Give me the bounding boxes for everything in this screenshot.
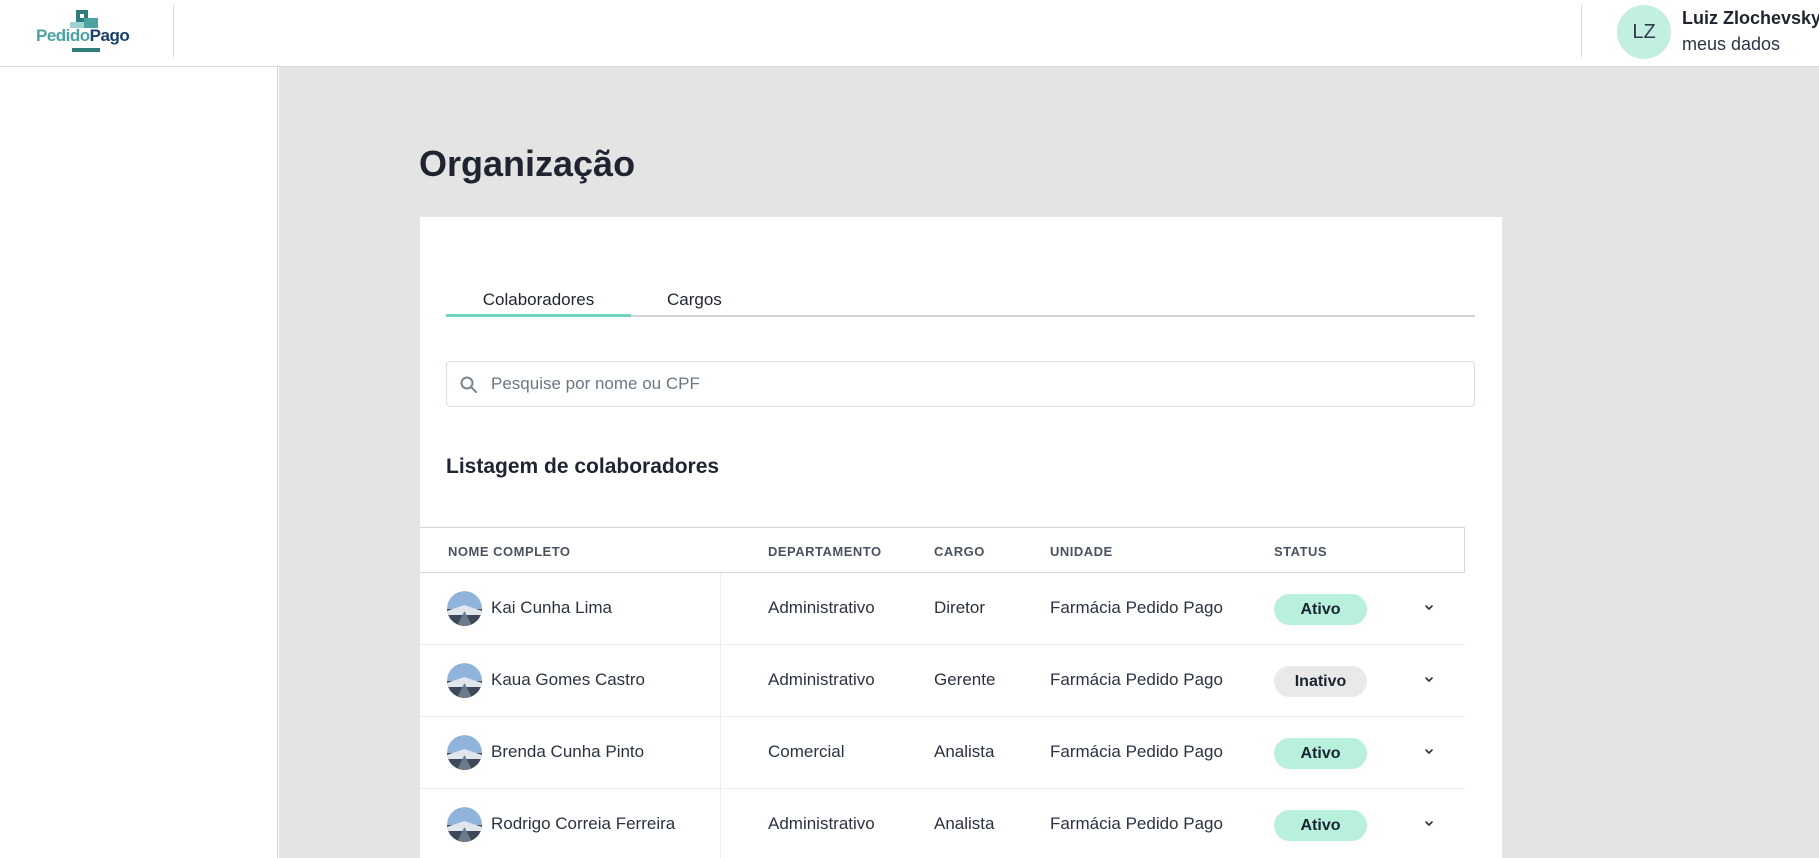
avatar (447, 591, 482, 626)
brand-name-part2: Pago (89, 26, 130, 45)
chevron-down-icon[interactable] (1422, 817, 1436, 831)
employee-department: Administrativo (768, 814, 875, 833)
chevron-down-icon[interactable] (1422, 673, 1436, 687)
employee-department: Comercial (768, 742, 845, 761)
table-row[interactable]: Rodrigo Correia Ferreira Administrativo … (420, 789, 1465, 858)
divider (720, 645, 721, 717)
employee-role: Analista (934, 814, 995, 833)
search-input[interactable] (491, 362, 1461, 406)
chevron-down-icon[interactable] (1422, 601, 1436, 615)
status-badge: Ativo (1274, 810, 1367, 841)
avatar (447, 735, 482, 770)
employee-name: Kaua Gomes Castro (491, 670, 646, 689)
divider (720, 573, 721, 645)
employee-role: Gerente (934, 670, 996, 689)
column-header-role[interactable]: CARGO (934, 544, 985, 559)
employee-unit: Farmácia Pedido Pago (1050, 742, 1223, 761)
status-badge: Ativo (1274, 738, 1367, 769)
logo-underline (72, 48, 100, 52)
table-row[interactable]: Brenda Cunha Pinto Comercial Analista Fa… (420, 717, 1465, 789)
employee-unit: Farmácia Pedido Pago (1050, 814, 1223, 833)
brand-logo[interactable]: PedidoPago (34, 10, 134, 52)
employee-role: Diretor (934, 598, 986, 617)
employee-unit: Farmácia Pedido Pago (1050, 670, 1223, 689)
brand-name: PedidoPago (36, 26, 130, 46)
brand-name-part1: Pedido (36, 26, 90, 45)
employee-name: Brenda Cunha Pinto (491, 742, 645, 761)
column-header-name[interactable]: NOME COMPLETO (448, 544, 571, 559)
employee-name: Kai Cunha Lima (491, 598, 612, 617)
divider (173, 5, 174, 57)
search-box (446, 361, 1475, 407)
table-row[interactable]: Kai Cunha Lima Administrativo Diretor Fa… (420, 573, 1465, 645)
employee-department: Administrativo (768, 670, 875, 689)
tab-cargos[interactable]: Cargos (667, 290, 722, 310)
employee-role: Analista (934, 742, 995, 761)
employee-department: Administrativo (768, 598, 875, 617)
user-name: Luiz Zlochevsky (1682, 8, 1819, 28)
divider (1581, 5, 1582, 57)
status-badge: Ativo (1274, 594, 1367, 625)
divider (720, 789, 721, 858)
table-header: NOME COMPLETO DEPARTAMENTO CARGO UNIDADE… (420, 527, 1465, 573)
column-header-unit[interactable]: UNIDADE (1050, 544, 1113, 559)
employee-name: Rodrigo Correia Ferreira (491, 814, 676, 833)
avatar (447, 663, 482, 698)
column-header-department[interactable]: DEPARTAMENTO (768, 544, 882, 559)
table-row[interactable]: Kaua Gomes Castro Administrativo Gerente… (420, 645, 1465, 717)
column-header-status[interactable]: STATUS (1274, 544, 1327, 559)
user-avatar[interactable]: LZ (1617, 5, 1671, 59)
search-icon (460, 376, 477, 393)
list-title: Listagem de colaboradores (446, 455, 720, 478)
employee-unit: Farmácia Pedido Pago (1050, 598, 1223, 617)
top-bar: PedidoPago LZ Luiz Zlochevsky meus dados (0, 0, 1819, 67)
tab-colaboradores[interactable]: Colaboradores (446, 290, 631, 317)
page-title: Organização (419, 143, 636, 184)
avatar (447, 807, 482, 842)
status-badge: Inativo (1274, 666, 1367, 697)
divider (720, 717, 721, 789)
sidebar (0, 67, 278, 858)
chevron-down-icon[interactable] (1422, 745, 1436, 759)
my-data-link[interactable]: meus dados (1682, 34, 1780, 55)
tab-bar: Colaboradores Cargos (446, 284, 1475, 317)
